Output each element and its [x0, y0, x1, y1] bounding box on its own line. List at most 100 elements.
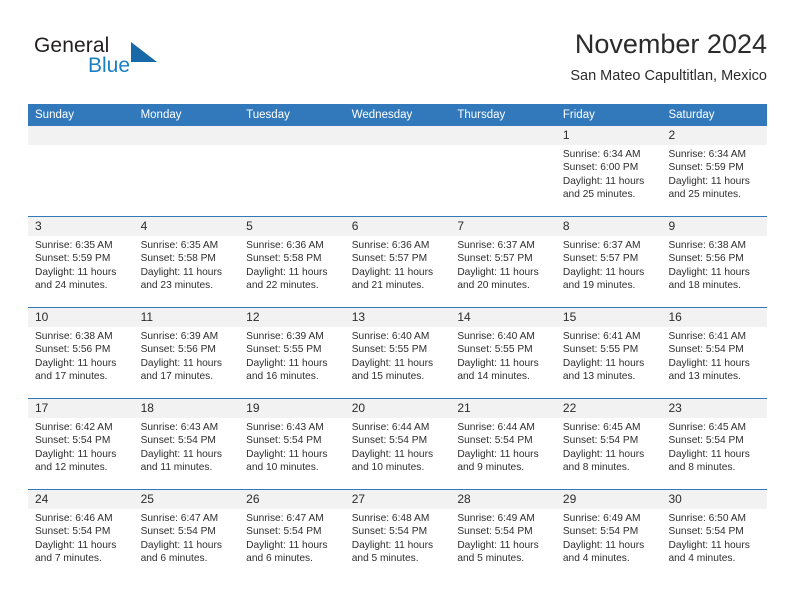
- day-number-band: [239, 126, 345, 145]
- day-cell[interactable]: 3 Sunrise: 6:35 AM Sunset: 5:59 PM Daylight…: [28, 217, 134, 307]
- daylight-text-line1: Daylight: 11 hours: [35, 357, 117, 369]
- day-cell[interactable]: 9 Sunrise: 6:38 AM Sunset: 5:56 PM Daylight…: [661, 217, 768, 307]
- page-header: General Blue November 2024 San Mateo Cap…: [28, 28, 767, 98]
- sunset-text: Sunset: 5:54 PM: [668, 435, 744, 447]
- day-details: Sunrise: 6:43 AM Sunset: 5:54 PM Daylight:…: [239, 418, 345, 475]
- daylight-text-line1: Daylight: 11 hours: [351, 266, 434, 278]
- day-cell[interactable]: 23 Sunrise: 6:45 AM Sunset: 5:54 PM Dayligh…: [661, 399, 768, 489]
- daylight-text-line2: and 5 minutes.: [457, 553, 525, 565]
- sunrise-text: Sunrise: 6:41 AM: [668, 331, 747, 342]
- day-number: 2: [668, 128, 676, 142]
- day-details: Sunrise: 6:40 AM Sunset: 5:55 PM Daylight:…: [345, 327, 451, 384]
- day-cell[interactable]: 14 Sunrise: 6:40 AM Sunset: 5:55 PM Dayligh…: [450, 308, 556, 398]
- day-number-band: 28: [450, 490, 556, 509]
- daylight-text-line1: Daylight: 11 hours: [351, 539, 434, 551]
- week-row: 1 Sunrise: 6:34 AM Sunset: 6:00 PM Daylight…: [28, 126, 768, 217]
- weekday-header-wednesday: Wednesday: [351, 109, 413, 121]
- sunrise-text: Sunrise: 6:43 AM: [140, 422, 219, 433]
- daylight-text-line2: and 25 minutes.: [668, 189, 741, 201]
- sunset-text: Sunset: 5:54 PM: [668, 344, 744, 356]
- day-details: Sunrise: 6:43 AM Sunset: 5:54 PM Daylight:…: [134, 418, 240, 475]
- day-number: 26: [246, 492, 260, 506]
- sunset-text: Sunset: 5:54 PM: [140, 435, 216, 447]
- week-row: 17 Sunrise: 6:42 AM Sunset: 5:54 PM Dayligh…: [28, 399, 768, 490]
- day-details: [345, 145, 451, 148]
- day-cell[interactable]: 4 Sunrise: 6:35 AM Sunset: 5:58 PM Daylight…: [133, 217, 240, 307]
- day-number-band: 11: [133, 308, 240, 327]
- day-cell[interactable]: 16 Sunrise: 6:41 AM Sunset: 5:54 PM Dayligh…: [661, 308, 768, 398]
- day-number-band: 4: [133, 217, 240, 236]
- day-number-band: 27: [344, 490, 451, 509]
- day-cell[interactable]: 15 Sunrise: 6:41 AM Sunset: 5:55 PM Dayligh…: [555, 308, 662, 398]
- weekday-header-sunday: Sunday: [35, 109, 75, 121]
- day-cell[interactable]: 27 Sunrise: 6:48 AM Sunset: 5:54 PM Dayligh…: [344, 490, 451, 581]
- day-cell[interactable]: 5 Sunrise: 6:36 AM Sunset: 5:58 PM Daylight…: [239, 217, 345, 307]
- day-number: 11: [140, 310, 154, 324]
- day-details: Sunrise: 6:41 AM Sunset: 5:54 PM Daylight:…: [661, 327, 767, 384]
- day-details: Sunrise: 6:42 AM Sunset: 5:54 PM Daylight:…: [28, 418, 134, 475]
- day-cell[interactable]: 17 Sunrise: 6:42 AM Sunset: 5:54 PM Dayligh…: [28, 399, 134, 489]
- daylight-text-line2: and 11 minutes.: [140, 462, 213, 474]
- sunrise-text: Sunrise: 6:34 AM: [668, 149, 747, 160]
- sunset-text: Sunset: 5:56 PM: [140, 344, 216, 356]
- calendar-page: General Blue November 2024 San Mateo Cap…: [0, 0, 792, 612]
- daylight-text-line1: Daylight: 11 hours: [140, 357, 222, 369]
- sunset-text: Sunset: 5:55 PM: [246, 344, 322, 356]
- day-details: [28, 145, 134, 148]
- day-cell[interactable]: 30 Sunrise: 6:50 AM Sunset: 5:54 PM Dayligh…: [661, 490, 768, 581]
- day-number: 23: [668, 401, 682, 415]
- day-details: Sunrise: 6:36 AM Sunset: 5:58 PM Daylight:…: [239, 236, 345, 293]
- week-row: 24 Sunrise: 6:46 AM Sunset: 5:54 PM Dayligh…: [28, 490, 768, 581]
- day-cell[interactable]: 20 Sunrise: 6:44 AM Sunset: 5:54 PM Dayligh…: [344, 399, 451, 489]
- sunrise-text: Sunrise: 6:41 AM: [562, 331, 641, 342]
- day-cell[interactable]: 2 Sunrise: 6:34 AM Sunset: 5:59 PM Daylight…: [661, 126, 768, 216]
- daylight-text-line1: Daylight: 11 hours: [668, 175, 750, 187]
- day-number-band: [344, 126, 451, 145]
- sunrise-text: Sunrise: 6:35 AM: [140, 240, 219, 251]
- day-cell[interactable]: 1 Sunrise: 6:34 AM Sunset: 6:00 PM Daylight…: [555, 126, 662, 216]
- day-cell[interactable]: 22 Sunrise: 6:45 AM Sunset: 5:54 PM Dayligh…: [555, 399, 662, 489]
- day-number-band: 3: [28, 217, 134, 236]
- sunrise-text: Sunrise: 6:50 AM: [668, 513, 747, 524]
- daylight-text-line1: Daylight: 11 hours: [351, 448, 434, 460]
- sunset-text: Sunset: 5:54 PM: [562, 526, 639, 538]
- day-cell[interactable]: 28 Sunrise: 6:49 AM Sunset: 5:54 PM Dayligh…: [450, 490, 556, 581]
- day-cell[interactable]: 29 Sunrise: 6:49 AM Sunset: 5:54 PM Dayligh…: [555, 490, 662, 581]
- day-cell[interactable]: 13 Sunrise: 6:40 AM Sunset: 5:55 PM Dayligh…: [344, 308, 451, 398]
- daylight-text-line1: Daylight: 11 hours: [668, 539, 750, 551]
- sunrise-text: Sunrise: 6:47 AM: [140, 513, 219, 524]
- day-cell[interactable]: 10 Sunrise: 6:38 AM Sunset: 5:56 PM Dayligh…: [28, 308, 134, 398]
- daylight-text-line2: and 13 minutes.: [562, 371, 636, 383]
- day-cell[interactable]: 18 Sunrise: 6:43 AM Sunset: 5:54 PM Dayligh…: [133, 399, 240, 489]
- day-number: 27: [351, 492, 366, 506]
- day-details: Sunrise: 6:35 AM Sunset: 5:59 PM Daylight:…: [28, 236, 134, 293]
- daylight-text-line1: Daylight: 11 hours: [562, 357, 645, 369]
- sunrise-text: Sunrise: 6:45 AM: [562, 422, 641, 433]
- day-details: Sunrise: 6:38 AM Sunset: 5:56 PM Daylight:…: [28, 327, 134, 384]
- day-details: Sunrise: 6:44 AM Sunset: 5:54 PM Daylight:…: [450, 418, 556, 475]
- day-cell[interactable]: 19 Sunrise: 6:43 AM Sunset: 5:54 PM Dayligh…: [239, 399, 345, 489]
- day-cell[interactable]: 11 Sunrise: 6:39 AM Sunset: 5:56 PM Dayligh…: [133, 308, 240, 398]
- day-details: Sunrise: 6:39 AM Sunset: 5:56 PM Daylight:…: [134, 327, 240, 384]
- day-cell[interactable]: 6 Sunrise: 6:36 AM Sunset: 5:57 PM Daylight…: [344, 217, 451, 307]
- day-number: 13: [351, 310, 366, 324]
- day-cell[interactable]: 8 Sunrise: 6:37 AM Sunset: 5:57 PM Daylight…: [555, 217, 662, 307]
- day-cell[interactable]: 24 Sunrise: 6:46 AM Sunset: 5:54 PM Dayligh…: [28, 490, 134, 581]
- day-number: 24: [35, 492, 49, 506]
- day-details: Sunrise: 6:47 AM Sunset: 5:54 PM Daylight:…: [239, 509, 345, 566]
- day-number-band: 25: [133, 490, 240, 509]
- day-cell[interactable]: 12 Sunrise: 6:39 AM Sunset: 5:55 PM Dayligh…: [239, 308, 345, 398]
- daylight-text-line2: and 6 minutes.: [140, 553, 208, 565]
- day-cell[interactable]: 26 Sunrise: 6:47 AM Sunset: 5:54 PM Dayligh…: [239, 490, 345, 581]
- daylight-text-line2: and 19 minutes.: [562, 280, 636, 292]
- day-cell[interactable]: 7 Sunrise: 6:37 AM Sunset: 5:57 PM Daylight…: [450, 217, 556, 307]
- sunrise-text: Sunrise: 6:35 AM: [35, 240, 113, 251]
- day-cell[interactable]: 25 Sunrise: 6:47 AM Sunset: 5:54 PM Dayligh…: [133, 490, 240, 581]
- daylight-text-line2: and 13 minutes.: [668, 371, 741, 383]
- general-blue-logo[interactable]: General Blue: [28, 32, 228, 88]
- sunset-text: Sunset: 5:54 PM: [457, 435, 533, 447]
- day-cell[interactable]: 21 Sunrise: 6:44 AM Sunset: 5:54 PM Dayligh…: [450, 399, 556, 489]
- daylight-text-line2: and 21 minutes.: [351, 280, 425, 292]
- day-number-band: 22: [555, 399, 662, 418]
- daylight-text-line1: Daylight: 11 hours: [140, 266, 222, 278]
